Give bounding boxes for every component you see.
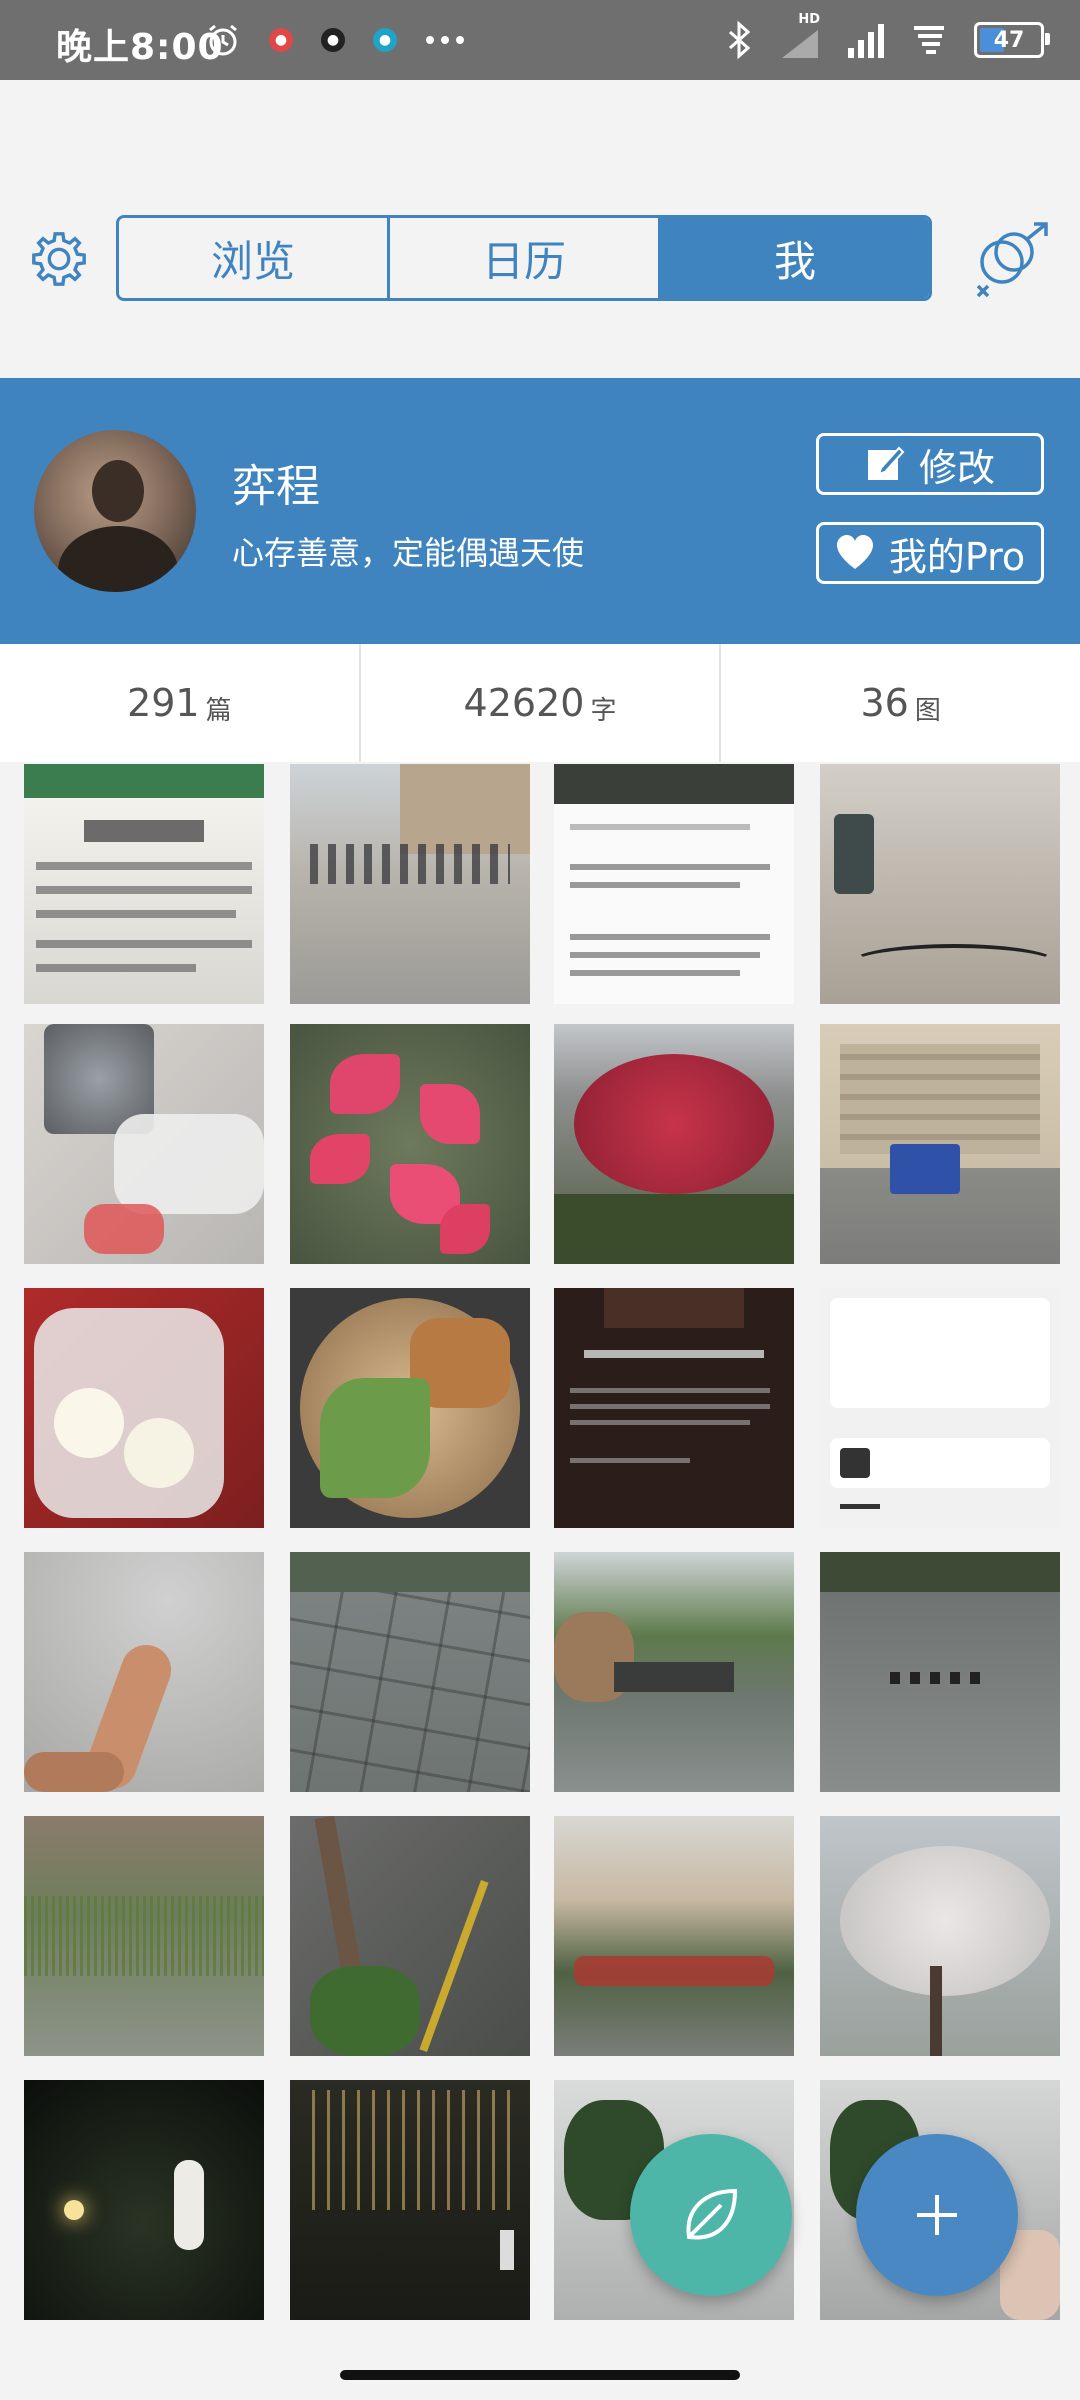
gear-icon[interactable] (28, 228, 90, 290)
leaf-icon (686, 2188, 738, 2240)
leaf-button[interactable] (630, 2134, 792, 2296)
stat-value: 36 (860, 681, 909, 725)
comment-screenshot[interactable] (554, 764, 794, 1004)
petals-road-photo[interactable] (290, 1816, 530, 2056)
top-nav: 浏览 日历 我 (0, 80, 1080, 378)
tab-me[interactable]: 我 (661, 218, 929, 298)
stat-unit: 图 (914, 695, 941, 726)
heart-icon (836, 535, 873, 569)
more-dots-icon (426, 36, 464, 44)
dark-notice-screenshot[interactable] (554, 1288, 794, 1528)
photo-grid (0, 762, 1080, 2322)
add-post-button[interactable] (856, 2134, 1018, 2296)
notice-sign-photo[interactable] (24, 764, 264, 1004)
hd-signal-icon: HD (780, 12, 820, 60)
night-sparklers-photo[interactable] (24, 2080, 264, 2320)
gender-icon[interactable] (968, 222, 1052, 298)
home-indicator[interactable] (340, 2370, 740, 2380)
blossom-tree-photo[interactable] (820, 1816, 1060, 2056)
status-bar: 晚上8:00 ● ● ● HD 47 (0, 0, 1080, 80)
zhihu-icon: ● (373, 28, 397, 52)
status-right-icons: HD 47 (724, 12, 1050, 60)
reeds-pond-photo[interactable] (24, 1816, 264, 2056)
bluetooth-icon (729, 20, 751, 60)
plastic-bag-buns-photo[interactable] (24, 1288, 264, 1528)
stat-value: 42620 (463, 681, 585, 725)
finger-photo[interactable] (24, 1552, 264, 1792)
noodle-cutlet-photo[interactable] (290, 1288, 530, 1528)
stat-words[interactable]: 42620 字 (361, 644, 722, 762)
red-maple-leaves-photo[interactable] (290, 1024, 530, 1264)
alarm-icon (209, 24, 237, 56)
my-pro-button[interactable]: 我的Pro (816, 522, 1044, 584)
avatar[interactable] (34, 430, 196, 592)
edit-icon (867, 446, 905, 480)
stat-images[interactable]: 36 图 (721, 644, 1080, 762)
pro-label: 我的Pro (888, 534, 1026, 579)
profile-name: 弈程 (232, 461, 320, 512)
wifi-icon (914, 26, 944, 54)
stat-unit: 字 (590, 695, 617, 726)
garden-buildings-photo[interactable] (554, 1816, 794, 2056)
stats-bar: 291 篇 42620 字 36 图 (0, 644, 1080, 762)
music-app-screenshot[interactable] (820, 1288, 1060, 1528)
soul-icon: ● (321, 28, 345, 52)
tab-browse[interactable]: 浏览 (119, 218, 390, 298)
edit-label: 修改 (918, 445, 995, 490)
night-buildings-photo[interactable] (290, 2080, 530, 2320)
ducks-pond-photo[interactable] (820, 1552, 1060, 1792)
battery-level: 47 (993, 27, 1025, 53)
profile-header: 弈程 心存善意，定能偶遇天使 修改 我的Pro (0, 378, 1080, 644)
red-tree-photo[interactable] (554, 1024, 794, 1264)
battery-icon: 47 (974, 22, 1050, 58)
edit-profile-button[interactable]: 修改 (816, 433, 1044, 495)
stat-articles[interactable]: 291 篇 (0, 644, 361, 762)
tab-switcher: 浏览 日历 我 (116, 215, 932, 301)
queue-street-photo[interactable] (290, 764, 530, 1004)
wet-pavement-photo[interactable] (290, 1552, 530, 1792)
empty-room-photo[interactable] (820, 764, 1060, 1004)
netease-icon: ● (269, 28, 293, 52)
tab-calendar[interactable]: 日历 (390, 218, 661, 298)
status-left-icons: ● ● ● (205, 22, 465, 58)
pond-bushes-photo[interactable] (554, 1552, 794, 1792)
profile-bio: 心存善意，定能偶遇天使 (232, 534, 585, 572)
stat-value: 291 (127, 681, 200, 725)
plus-icon (917, 2195, 957, 2235)
status-time: 晚上8:00 (56, 27, 224, 68)
signal-icon (848, 24, 884, 58)
stat-unit: 篇 (205, 695, 232, 726)
building-truck-photo[interactable] (820, 1024, 1060, 1264)
vacuum-bags-photo[interactable] (24, 1024, 264, 1264)
